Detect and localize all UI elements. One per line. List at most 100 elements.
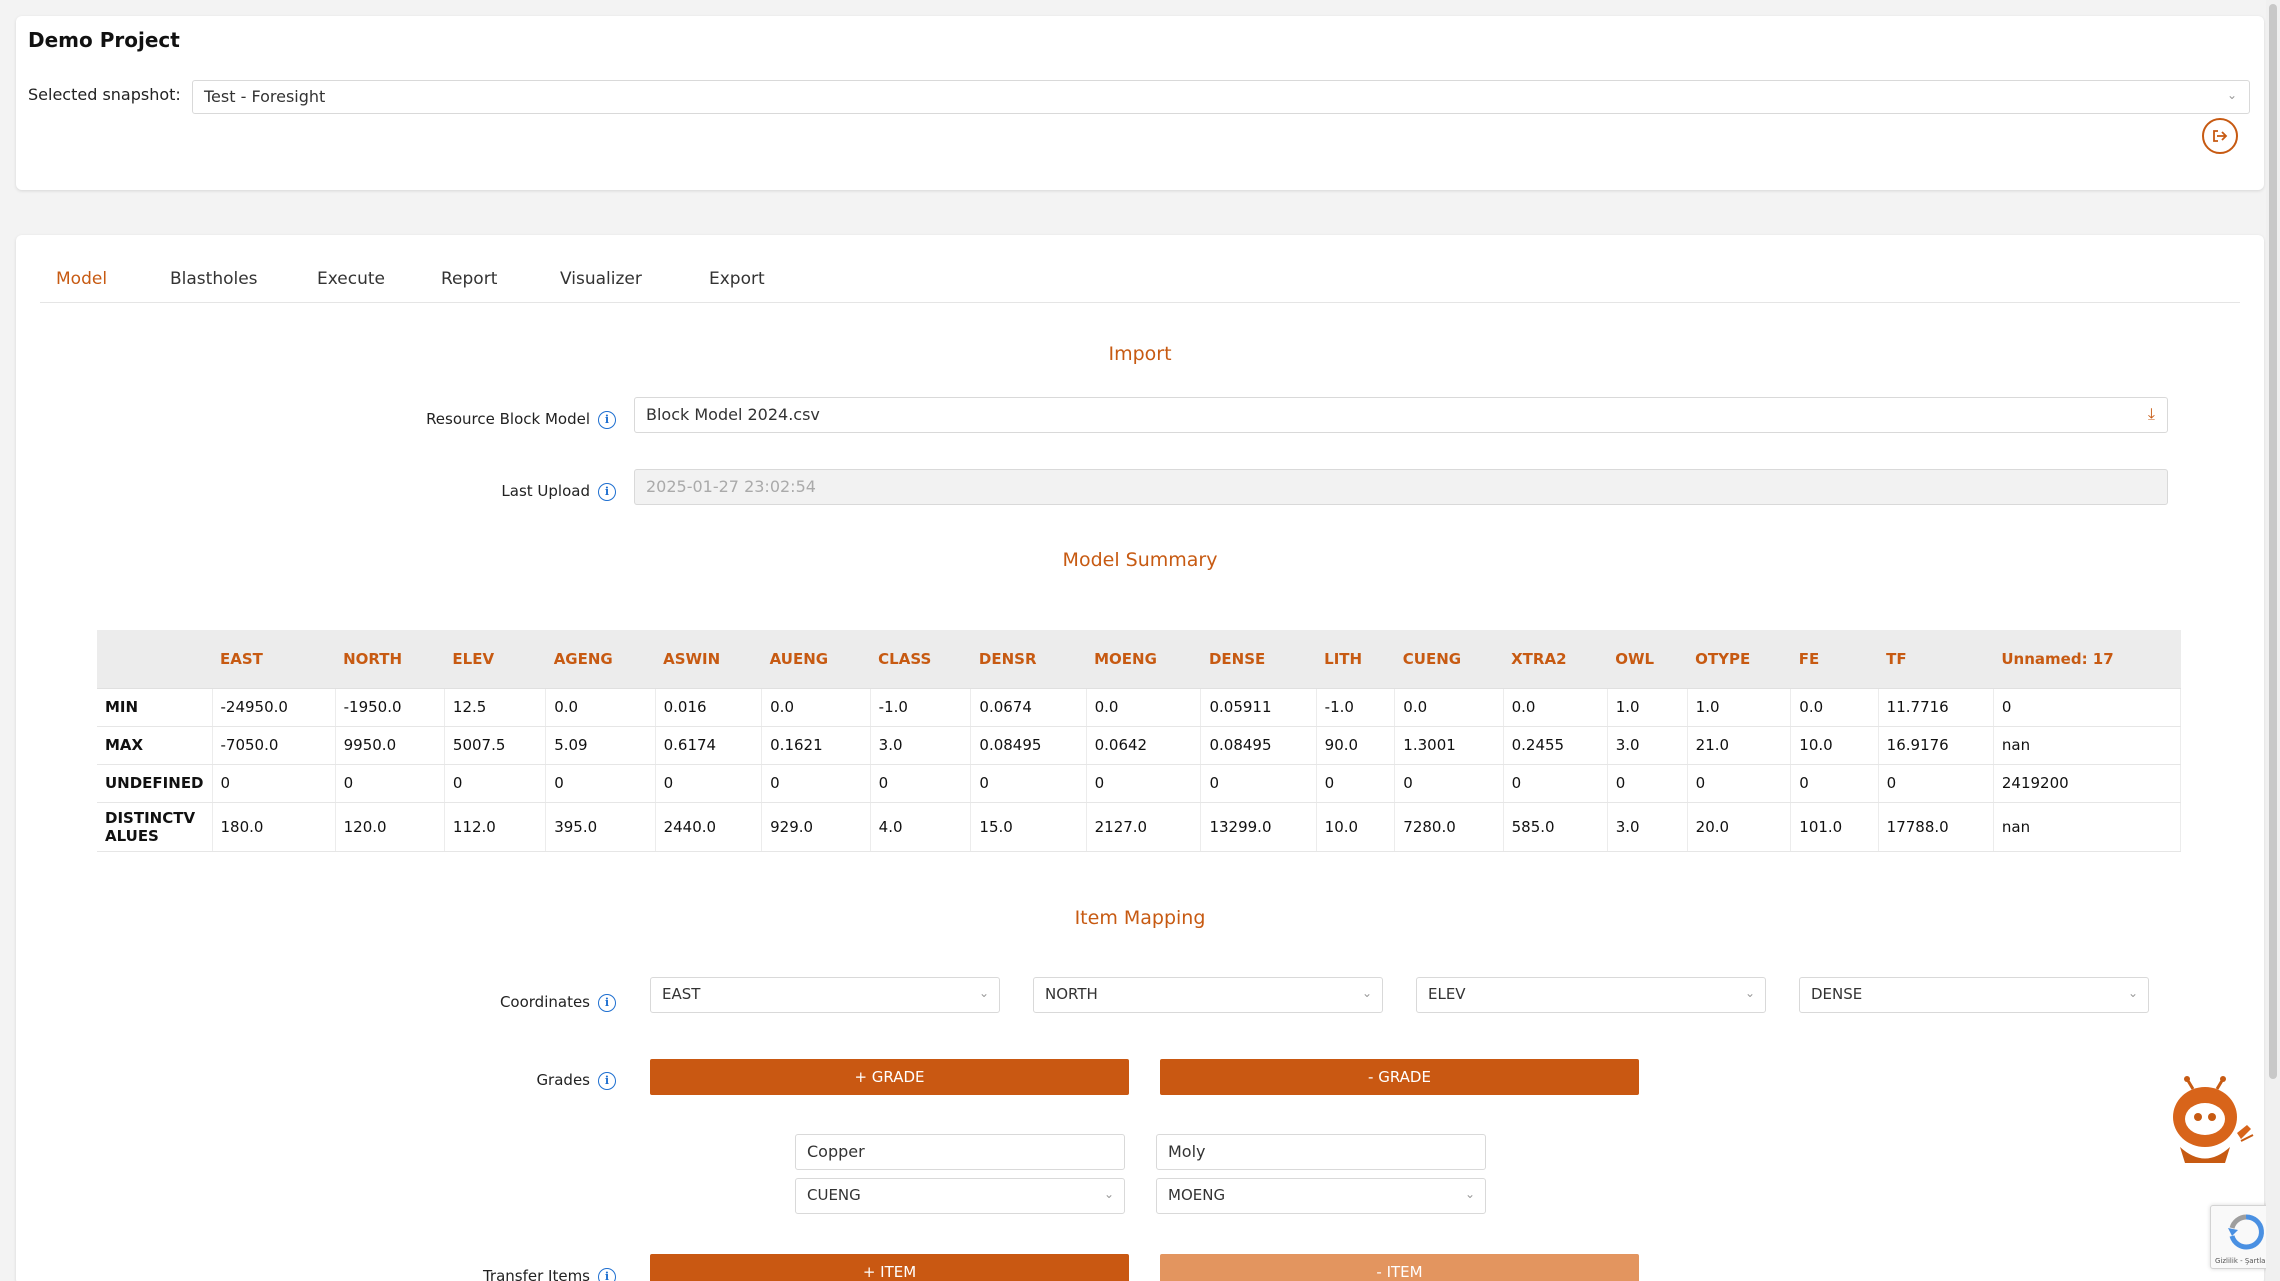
scrollbar-thumb[interactable]	[2269, 4, 2277, 1079]
table-cell: 0.0	[545, 688, 656, 727]
column-header: NORTH	[335, 630, 445, 689]
grade-field-select[interactable]: MOENG ⌄	[1156, 1178, 1486, 1214]
table-cell: 4.0	[870, 802, 972, 852]
table-cell: 0.2455	[1503, 726, 1608, 765]
tab-bar: Model Blastholes Execute Report Visualiz…	[40, 265, 2240, 303]
table-cell: 0.0	[1086, 688, 1202, 727]
info-icon[interactable]: i	[598, 482, 616, 501]
table-cell: -1950.0	[335, 688, 445, 727]
table-corner-cell	[97, 630, 213, 689]
table-cell: 1.0	[1607, 688, 1688, 727]
table-cell: 0	[870, 764, 972, 803]
chevron-down-icon: ⌄	[1744, 986, 1755, 1000]
assistant-mascot-icon[interactable]	[2165, 1075, 2255, 1170]
tab-export[interactable]: Export	[709, 269, 765, 289]
table-cell: 1.0	[1687, 688, 1792, 727]
page-scrollbar[interactable]	[2266, 0, 2280, 1281]
table-row: MAX -7050.0 9950.0 5007.5 5.09 0.6174 0.1621 3.…	[97, 726, 2182, 765]
table-row: UNDEFINED 0 0 0 0 0 0 0 0 0 0 0 0 0 0 0 0 0 2419200	[97, 764, 2182, 803]
last-upload-label: Last Upload i	[316, 482, 616, 501]
coordinate-east-select[interactable]: EAST ⌄	[650, 977, 1000, 1013]
table-cell: -1.0	[1316, 688, 1396, 727]
table-cell: 0.0	[1503, 688, 1608, 727]
table-cell: 0	[545, 764, 656, 803]
remove-grade-button[interactable]: - GRADE	[1160, 1059, 1639, 1095]
table-cell: 2127.0	[1086, 802, 1202, 852]
column-header: FE	[1790, 630, 1879, 689]
chevron-down-icon: ⌄	[978, 986, 989, 1000]
tab-execute[interactable]: Execute	[317, 269, 385, 289]
table-cell: 0.0	[1394, 688, 1504, 727]
table-cell: 112.0	[444, 802, 547, 852]
table-cell: 20.0	[1687, 802, 1792, 852]
column-header: TF	[1878, 630, 1994, 689]
info-icon[interactable]: i	[598, 410, 616, 429]
table-cell: 3.0	[870, 726, 972, 765]
chevron-down-icon: ⌄	[1103, 1187, 1114, 1201]
add-grade-button[interactable]: + GRADE	[650, 1059, 1129, 1095]
coordinate-dense-select[interactable]: DENSE ⌄	[1799, 977, 2149, 1013]
table-cell: 0	[1607, 764, 1688, 803]
table-cell: 101.0	[1790, 802, 1879, 852]
column-header: ELEV	[444, 630, 546, 689]
tab-visualizer[interactable]: Visualizer	[560, 269, 642, 289]
table-cell: 0	[1687, 764, 1792, 803]
grade-name-input[interactable]: Copper	[795, 1134, 1125, 1170]
info-icon[interactable]: i	[598, 1267, 616, 1281]
table-cell: 0.0	[761, 688, 871, 727]
table-cell: nan	[1993, 726, 2182, 765]
tab-model[interactable]: Model	[56, 269, 107, 289]
table-cell: 90.0	[1316, 726, 1396, 765]
column-header: OWL	[1607, 630, 1688, 689]
info-icon[interactable]: i	[598, 993, 616, 1012]
table-cell: 7280.0	[1394, 802, 1504, 852]
table-cell: 3.0	[1607, 726, 1688, 765]
row-label: DISTINCTVALUES	[97, 802, 213, 852]
column-header: Unnamed: 17	[1993, 630, 2181, 689]
grade-field-select[interactable]: CUENG ⌄	[795, 1178, 1125, 1214]
upload-icon[interactable]: ⤓	[2148, 404, 2155, 424]
table-cell: 5007.5	[444, 726, 547, 765]
remove-item-button[interactable]: - ITEM	[1160, 1254, 1639, 1281]
table-cell: 0.6174	[655, 726, 763, 765]
snapshot-select[interactable]: Test - Foresight ⌄	[192, 80, 2250, 114]
resource-block-model-field[interactable]: Block Model 2024.csv ⤓	[634, 397, 2168, 433]
table-cell: 2440.0	[655, 802, 763, 852]
table-cell: 17788.0	[1878, 802, 1994, 852]
table-cell: 0.0674	[970, 688, 1087, 727]
table-cell: 0	[970, 764, 1087, 803]
table-cell: 0	[444, 764, 547, 803]
table-cell: 120.0	[335, 802, 445, 852]
project-header-card: Demo Project Selected snapshot: Test - F…	[16, 16, 2264, 190]
resource-block-model-label: Resource Block Model i	[316, 410, 616, 429]
table-cell: 0	[1086, 764, 1202, 803]
model-summary-table: EAST NORTH ELEV AGENG ASWIN AUENG CLASS DENSR MO…	[97, 630, 2182, 852]
transfer-items-label: Transfer Items i	[316, 1267, 616, 1281]
main-card: Model Blastholes Execute Report Visualiz…	[16, 235, 2264, 1281]
tab-report[interactable]: Report	[441, 269, 497, 289]
grade-name-input[interactable]: Moly	[1156, 1134, 1486, 1170]
table-cell: 0	[1316, 764, 1396, 803]
row-label: MIN	[97, 688, 213, 727]
column-header: CUENG	[1394, 630, 1504, 689]
coordinate-north-select[interactable]: NORTH ⌄	[1033, 977, 1383, 1013]
table-cell: 0	[1394, 764, 1504, 803]
column-header: ASWIN	[655, 630, 762, 689]
table-row: DISTINCTVALUES 180.0 120.0 112.0 395.0 2440.0…	[97, 802, 2182, 852]
row-label: MAX	[97, 726, 213, 765]
logout-icon[interactable]	[2202, 118, 2238, 154]
table-cell: 0	[1200, 764, 1317, 803]
table-cell: 0.1621	[761, 726, 871, 765]
info-icon[interactable]: i	[598, 1071, 616, 1090]
tab-blastholes[interactable]: Blastholes	[170, 269, 258, 289]
table-cell: 0.0	[1790, 688, 1879, 727]
table-cell: 16.9176	[1878, 726, 1994, 765]
coordinate-elev-select[interactable]: ELEV ⌄	[1416, 977, 1766, 1013]
table-cell: 10.0	[1790, 726, 1879, 765]
table-cell: 0	[1993, 688, 2182, 727]
add-item-button[interactable]: + ITEM	[650, 1254, 1129, 1281]
table-cell: 21.0	[1687, 726, 1792, 765]
table-cell: -7050.0	[212, 726, 336, 765]
table-cell: 0	[212, 764, 336, 803]
table-cell: -1.0	[870, 688, 972, 727]
